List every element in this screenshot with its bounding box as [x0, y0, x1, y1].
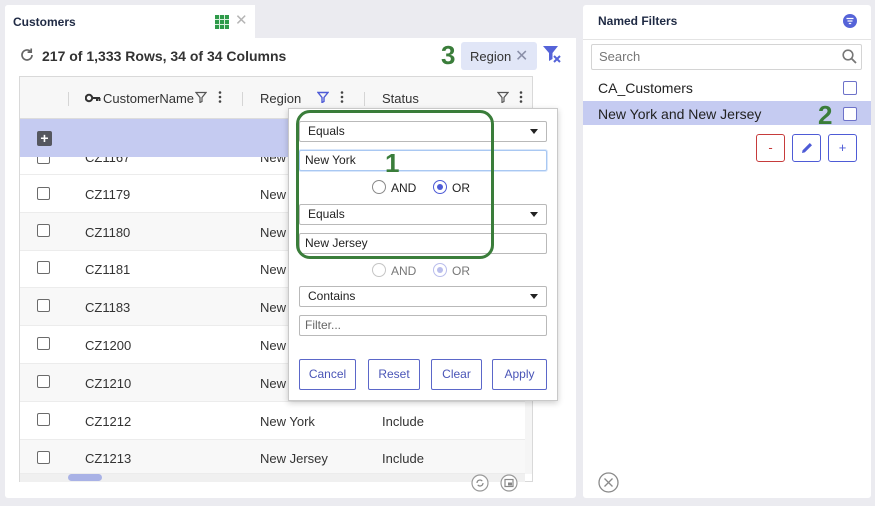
row-checkbox[interactable]: [37, 157, 50, 164]
cancel-button[interactable]: Cancel: [299, 359, 356, 390]
cell-customer-name: CZ1210: [85, 376, 132, 391]
apply-button[interactable]: Apply: [492, 359, 547, 390]
named-filters-search-input[interactable]: Search: [591, 44, 862, 70]
chevron-down-icon: [530, 212, 538, 217]
row-checkbox[interactable]: [37, 337, 50, 350]
horizontal-scrollbar-thumb[interactable]: [68, 474, 102, 481]
named-filters-title: Named Filters: [598, 14, 678, 28]
reset-button[interactable]: Reset: [368, 359, 420, 390]
named-filter-checkbox[interactable]: [843, 81, 857, 95]
cell-region: New York: [260, 414, 315, 429]
column-separator[interactable]: [364, 92, 365, 106]
cell-customer-name: CZ1183: [85, 300, 131, 315]
join-2-and-label: AND: [391, 264, 417, 278]
column-separator[interactable]: [68, 92, 69, 106]
row-checkbox[interactable]: [37, 299, 50, 312]
cell-region: New: [260, 376, 287, 391]
column-menu-icon[interactable]: [340, 90, 344, 104]
close-circle-icon[interactable]: [598, 472, 619, 493]
cell-region: New: [260, 338, 287, 353]
clear-button[interactable]: Clear: [431, 359, 482, 390]
row-checkbox[interactable]: [37, 261, 50, 274]
cell-region: New: [260, 300, 287, 315]
column-filter-icon[interactable]: [497, 91, 509, 103]
column-separator[interactable]: [242, 92, 243, 106]
condition-3-operator-select[interactable]: Contains: [299, 286, 547, 307]
pagination-icon[interactable]: [500, 474, 518, 492]
callout-number-1: 1: [385, 148, 400, 178]
filter-menu-icon[interactable]: [843, 14, 857, 28]
cell-status: Include: [382, 451, 424, 466]
join-2-and-radio[interactable]: [372, 263, 386, 277]
join-2-or-radio[interactable]: [433, 263, 447, 277]
cell-customer-name: CZ1213: [85, 451, 132, 466]
cell-region: New: [260, 157, 287, 165]
named-filter-checkbox[interactable]: [843, 107, 857, 121]
cell-region: New: [260, 262, 287, 277]
row-checkbox[interactable]: [37, 375, 50, 388]
refresh-icon[interactable]: [19, 47, 35, 63]
row-count-info: 217 of 1,333 Rows, 34 of 34 Columns: [42, 48, 287, 64]
column-header-status[interactable]: Status: [382, 91, 419, 106]
callout-number-3: 3: [441, 40, 456, 70]
row-checkbox[interactable]: [37, 413, 50, 426]
remove-filter-button[interactable]: -: [756, 134, 785, 162]
region-chip-label: Region: [470, 49, 512, 64]
named-filter-label: CA_Customers: [598, 80, 693, 96]
clear-filters-icon[interactable]: [542, 44, 562, 64]
tab-title: Customers: [13, 15, 76, 29]
cell-customer-name: CZ1179: [85, 187, 131, 202]
row-checkbox[interactable]: [37, 187, 50, 200]
cell-status: Include: [382, 414, 424, 429]
cell-region: New Jersey: [260, 451, 328, 466]
chevron-down-icon: [530, 294, 538, 299]
row-checkbox[interactable]: [37, 451, 50, 464]
tab-close-icon[interactable]: ✕: [235, 13, 248, 29]
column-menu-icon[interactable]: [519, 90, 523, 104]
column-filter-active-icon[interactable]: [317, 91, 329, 103]
cell-customer-name: CZ1200: [85, 338, 132, 353]
column-header-customername[interactable]: CustomerName: [103, 91, 194, 106]
search-icon[interactable]: [842, 49, 857, 64]
chevron-down-icon: [530, 129, 538, 134]
key-icon: [85, 93, 101, 103]
condition-3-value-input[interactable]: Filter...: [299, 315, 547, 336]
cell-customer-name: CZ1181: [85, 262, 131, 277]
join-2-or-label: OR: [452, 264, 470, 278]
row-checkbox[interactable]: [37, 224, 50, 237]
cell-region: New: [260, 187, 287, 202]
pencil-icon: [801, 143, 812, 153]
autofit-columns-icon[interactable]: [471, 474, 489, 492]
add-filter-button[interactable]: +: [828, 134, 857, 162]
cell-region: New: [260, 225, 287, 240]
cell-customer-name: CZ1212: [85, 414, 132, 429]
region-chip-close-icon[interactable]: ✕: [515, 46, 528, 66]
callout-number-2: 2: [818, 100, 833, 130]
add-row-icon[interactable]: +: [37, 131, 52, 146]
spreadsheet-icon[interactable]: [215, 15, 229, 29]
column-menu-icon[interactable]: [218, 90, 222, 104]
edit-filter-button[interactable]: [792, 134, 821, 162]
cell-customer-name: CZ1167: [85, 157, 131, 165]
cell-customer-name: CZ1180: [85, 225, 131, 240]
column-filter-icon[interactable]: [195, 91, 207, 103]
column-header-region[interactable]: Region: [260, 91, 301, 106]
callout-highlight-box: [296, 110, 494, 259]
table-row[interactable]: CZ1213 New Jersey Include: [20, 440, 525, 474]
table-row[interactable]: CZ1212 New York Include: [20, 402, 525, 440]
tab-strip: [255, 5, 576, 38]
named-filter-label: New York and New Jersey: [598, 106, 762, 122]
